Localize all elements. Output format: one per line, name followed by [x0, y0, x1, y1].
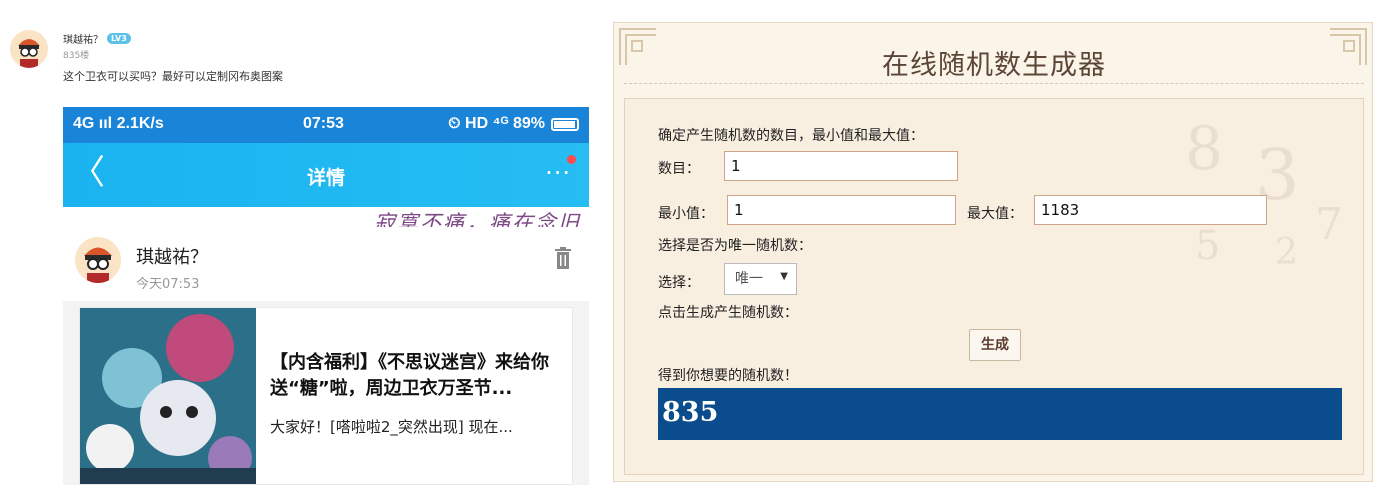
trash-icon[interactable] [555, 247, 571, 269]
phone-screenshot: 4G ııl 2.1K/s 07:53 ⏲ HD ⁴ᴳ 89% 〈 详情 ···… [63, 107, 589, 485]
generate-button[interactable]: 生成 [969, 329, 1021, 361]
post-avatar[interactable] [10, 30, 48, 68]
result-output: 835 [658, 388, 1342, 440]
min-label: 最小值： [658, 206, 714, 222]
dropdown-arrow-icon: ▼ [780, 271, 788, 282]
level-badge: LV3 [107, 33, 131, 44]
max-input[interactable]: 1183 [1034, 195, 1267, 225]
status-right: ⏲ HD ⁴ᴳ 89% [448, 115, 579, 133]
article-card[interactable]: 【内含福利】《不思议迷宫》来给你送“糖”啦，周边卫衣万圣节... 大家好！[嗒啦… [79, 307, 573, 485]
title-divider [624, 83, 1364, 84]
svg-text:7: 7 [1315, 199, 1343, 250]
article-summary: 大家好！[嗒啦啦2_突然出现] 现在... [270, 418, 513, 436]
card-avatar[interactable] [75, 237, 121, 283]
status-indicators: ⏲ HD ⁴ᴳ 89% [448, 115, 545, 132]
post-author-name[interactable]: 琪越祐？ [63, 31, 103, 46]
network-status: 4G ııl 2.1K/s [73, 115, 164, 132]
status-bar: 4G ııl 2.1K/s 07:53 ⏲ HD ⁴ᴳ 89% [63, 107, 589, 143]
unique-prompt: 选择是否为唯一随机数： [658, 238, 812, 254]
post-floor: 835楼 [63, 51, 90, 61]
article-thumbnail [80, 308, 256, 484]
intro-text: 确定产生随机数的数目，最小值和最大值： [658, 128, 924, 144]
min-input[interactable]: 1 [727, 195, 956, 225]
card-user-name[interactable]: 琪越祐？ [136, 243, 208, 269]
count-input[interactable]: 1 [724, 151, 958, 181]
card-post-time: 今天07:53 [136, 277, 200, 292]
nav-bar: 〈 详情 ··· [63, 143, 589, 207]
count-label: 数目： [658, 161, 700, 177]
unique-select-value: 唯一 [735, 271, 763, 287]
post-author[interactable]: 琪越祐？ LV3 [63, 31, 131, 46]
generator-form: 8 3 5 2 7 确定产生随机数的数目，最小值和最大值： 数目： 1 最小值：… [624, 98, 1364, 475]
status-time: 07:53 [303, 115, 344, 132]
card-user: 琪越祐？ 今天07:53 [63, 227, 589, 301]
svg-text:2: 2 [1275, 232, 1298, 273]
numbers-decoration: 8 3 5 2 7 [1165, 109, 1355, 279]
svg-text:5: 5 [1195, 223, 1220, 269]
more-icon[interactable]: ··· [545, 159, 571, 187]
notification-dot [567, 155, 576, 164]
nav-title: 详情 [306, 167, 345, 189]
battery-icon [551, 117, 579, 131]
unique-select[interactable]: 唯一 ▼ [724, 263, 797, 295]
svg-text:8: 8 [1185, 114, 1223, 184]
generate-prompt: 点击生成产生随机数： [658, 305, 798, 321]
random-generator-panel: 在线随机数生成器 8 3 5 2 7 确定产生随机数的数目，最小值和最大值： 数… [613, 22, 1373, 482]
post-text: 这个卫衣可以买吗？最好可以定制冈布奥图案 [63, 70, 283, 83]
select-label: 选择： [658, 275, 700, 291]
article-title: 【内含福利】《不思议迷宫》来给你送“糖”啦，周边卫衣万圣节... [270, 352, 549, 399]
result-label: 得到你想要的随机数！ [658, 368, 798, 384]
max-label: 最大值： [967, 206, 1023, 222]
generator-title: 在线随机数生成器 [882, 50, 1106, 81]
